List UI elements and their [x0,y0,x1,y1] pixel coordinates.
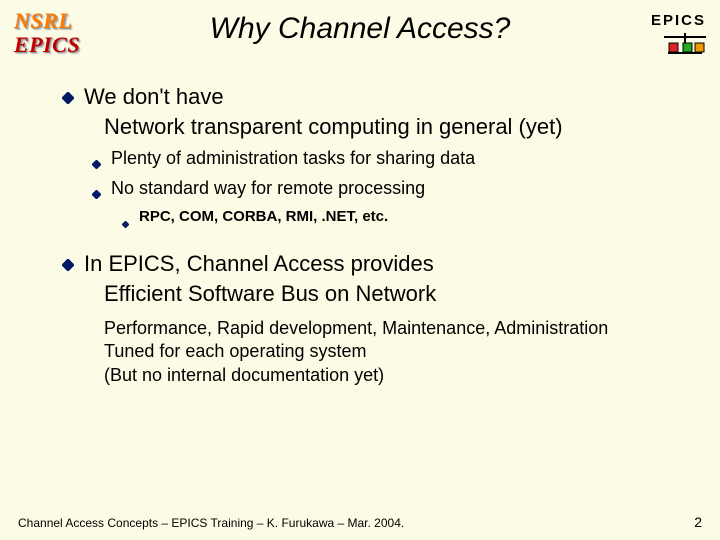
bullet-text: In EPICS, Channel Access provides [84,251,434,277]
diamond-bullet-icon [62,91,74,109]
page-number: 2 [694,514,702,530]
epics-right-label: EPICS [638,12,706,29]
bullet-lvl3: RPC, COM, CORBA, RMI, .NET, etc. [122,208,702,233]
bullet-text: We don't have [84,84,224,110]
slide-header: NSRL EPICS Why Channel Access? EPICS [0,0,720,62]
diamond-bullet-icon [92,155,101,174]
bullet-lvl2: Plenty of administration tasks for shari… [92,148,702,174]
bullet-lvl1: In EPICS, Channel Access provides [62,251,702,277]
detail-line: Tuned for each operating system [104,340,702,363]
epics-icon [664,33,706,62]
bullet-text: No standard way for remote processing [111,178,425,199]
right-logo: EPICS [638,8,706,62]
detail-line: (But no internal documentation yet) [104,364,702,387]
bullet-subtext: Network transparent computing in general… [62,114,702,140]
diamond-bullet-icon [92,185,101,204]
footer-text: Channel Access Concepts – EPICS Training… [18,516,404,530]
performance-block: Performance, Rapid development, Maintena… [62,317,702,387]
bullet-lvl1: We don't have [62,84,702,110]
bullet-lvl2: No standard way for remote processing [92,178,702,204]
slide-content: We don't have Network transparent comput… [0,62,720,387]
bullet-text: Plenty of administration tasks for shari… [111,148,475,169]
diamond-bullet-icon [122,215,129,233]
nsrl-logo: NSRL [14,8,82,34]
diamond-bullet-icon [62,258,74,276]
bullet-subtext: Efficient Software Bus on Network [62,281,702,307]
slide-title: Why Channel Access? [82,8,638,46]
left-logos: NSRL EPICS [14,8,82,58]
detail-line: Performance, Rapid development, Maintena… [104,317,702,340]
slide-footer: Channel Access Concepts – EPICS Training… [18,514,702,530]
bullet-text: RPC, COM, CORBA, RMI, .NET, etc. [139,208,388,225]
epics-left-logo: EPICS [14,32,82,58]
